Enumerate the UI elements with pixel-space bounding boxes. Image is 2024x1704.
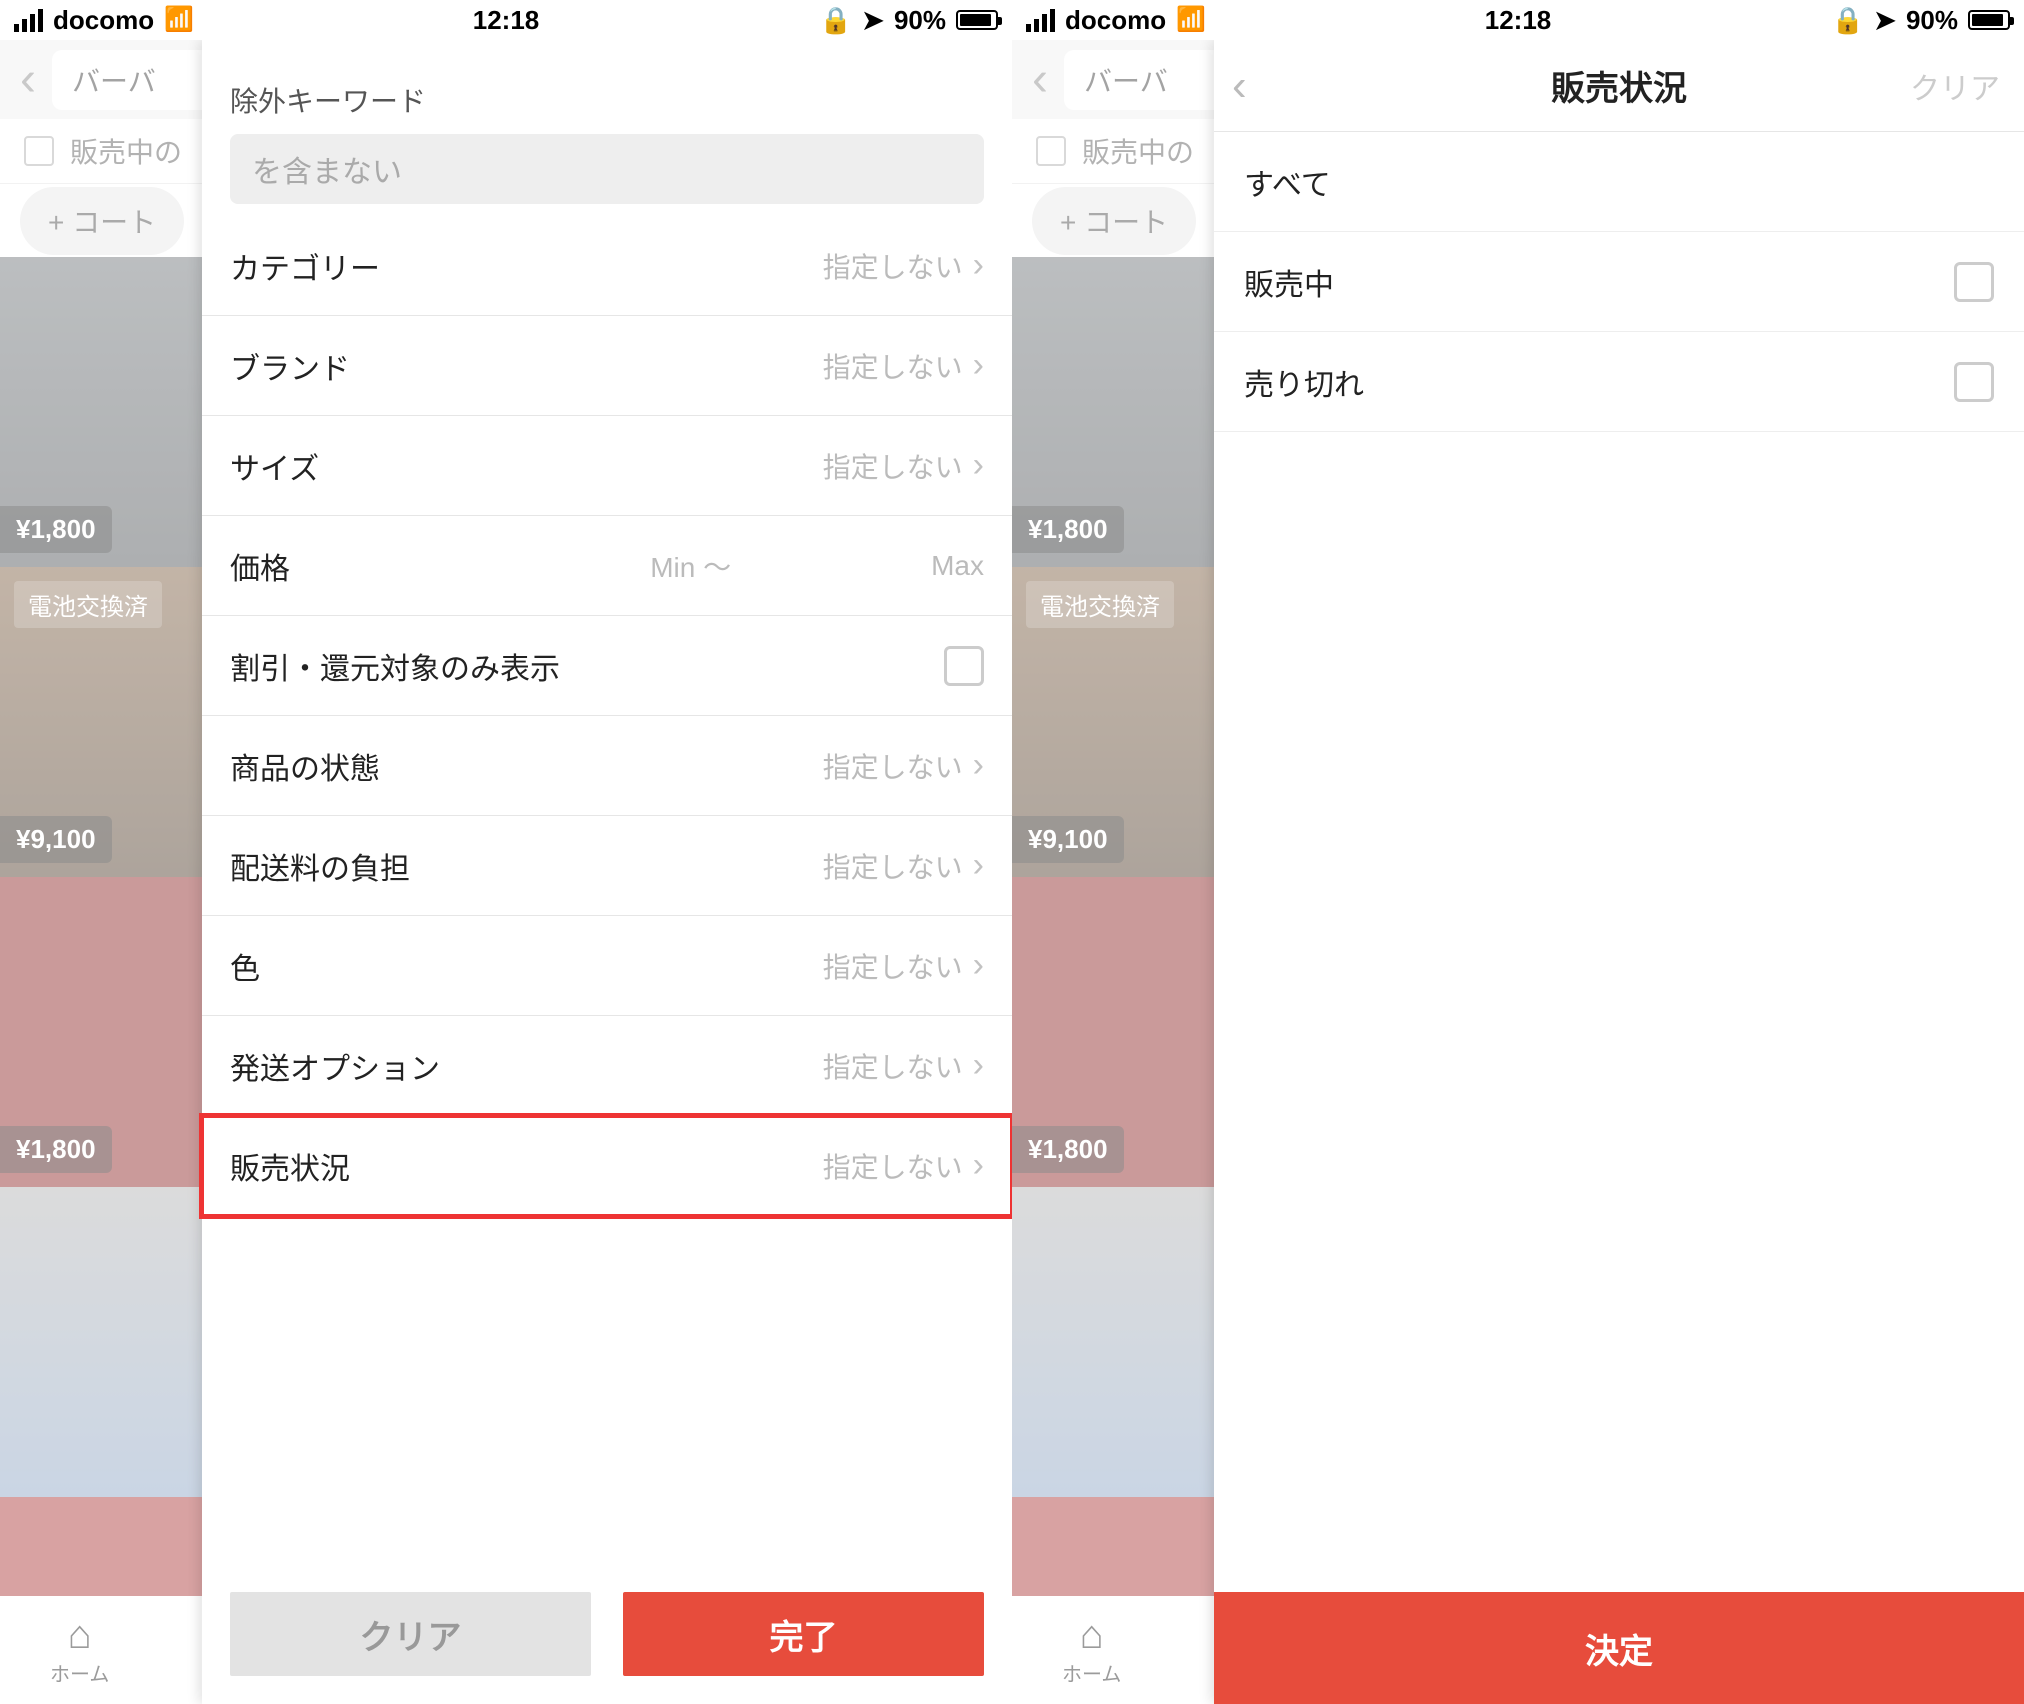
row-status-value: 指定しない	[823, 1146, 963, 1186]
phone-left: docomo 📶 12:18 🔒 ➤ 90% ‹ バーバ 販売中の + コート …	[0, 0, 1012, 1704]
status-right: 🔒 ➤ 90%	[820, 5, 998, 36]
status-bar: docomo 📶 12:18 🔒 ➤ 90%	[1012, 0, 2024, 40]
row-status-label: 販売状況	[230, 1144, 350, 1188]
row-category-label: カテゴリー	[230, 244, 380, 288]
option-on-sale[interactable]: 販売中	[1214, 232, 2024, 332]
status-left: docomo 📶	[1026, 5, 1206, 36]
clear-button[interactable]: クリア	[230, 1592, 591, 1676]
row-shipping-value: 指定しない	[823, 846, 963, 886]
chevron-right-icon: ›	[973, 946, 984, 985]
checkbox-icon[interactable]	[944, 646, 984, 686]
done-button[interactable]: 完了	[623, 1592, 984, 1676]
lock-icon: 🔒	[820, 5, 852, 36]
row-brand[interactable]: ブランド 指定しない ›	[202, 316, 1012, 416]
status-right: 🔒 ➤ 90%	[1832, 5, 2010, 36]
exclude-section: 除外キーワード を含まない	[202, 40, 1012, 216]
status-option-list: すべて 販売中 売り切れ	[1214, 132, 2024, 1592]
checkbox-icon[interactable]	[1954, 262, 1994, 302]
row-shipopt-label: 発送オプション	[230, 1044, 440, 1088]
row-condition-label: 商品の状態	[230, 744, 380, 788]
row-color[interactable]: 色 指定しない ›	[202, 916, 1012, 1016]
row-brand-label: ブランド	[230, 344, 350, 388]
row-price[interactable]: 価格 Min 〜 Max	[202, 516, 1012, 616]
chevron-right-icon: ›	[973, 1046, 984, 1085]
carrier-label: docomo	[1065, 5, 1166, 36]
row-shipping[interactable]: 配送料の負担 指定しない ›	[202, 816, 1012, 916]
status-bar: docomo 📶 12:18 🔒 ➤ 90%	[0, 0, 1012, 40]
row-category[interactable]: カテゴリー 指定しない ›	[202, 216, 1012, 316]
submit-button[interactable]: 決定	[1214, 1592, 2024, 1704]
option-all-label: すべて	[1244, 160, 1331, 204]
row-shipopt[interactable]: 発送オプション 指定しない ›	[202, 1016, 1012, 1116]
chevron-right-icon: ›	[973, 1146, 984, 1185]
checkbox-icon[interactable]	[1954, 362, 1994, 402]
row-size-value: 指定しない	[823, 446, 963, 486]
status-left: docomo 📶	[14, 5, 194, 36]
row-sale-status[interactable]: 販売状況 指定しない ›	[202, 1116, 1012, 1216]
row-category-value: 指定しない	[823, 246, 963, 286]
row-condition[interactable]: 商品の状態 指定しない ›	[202, 716, 1012, 816]
row-brand-value: 指定しない	[823, 346, 963, 386]
row-size[interactable]: サイズ 指定しない ›	[202, 416, 1012, 516]
filter-list: カテゴリー 指定しない › ブランド 指定しない › サイズ 指定しない › 価格 M…	[202, 216, 1012, 1564]
carrier-label: docomo	[53, 5, 154, 36]
exclude-input[interactable]: を含まない	[230, 134, 984, 204]
clear-button[interactable]: クリア	[1910, 64, 2000, 108]
wifi-icon: 📶	[164, 8, 194, 32]
row-price-label: 価格	[230, 544, 290, 588]
location-icon: ➤	[1874, 5, 1896, 36]
panel-header: ‹ 販売状況 クリア	[1214, 40, 2024, 132]
back-icon[interactable]: ‹	[1232, 61, 1247, 111]
signal-icon	[1026, 9, 1055, 32]
location-icon: ➤	[862, 5, 884, 36]
filter-footer: クリア 完了	[202, 1564, 1012, 1704]
option-sold-out[interactable]: 売り切れ	[1214, 332, 2024, 432]
option-on-sale-label: 販売中	[1244, 260, 1334, 304]
panel-title: 販売状況	[1551, 61, 1687, 110]
row-color-value: 指定しない	[823, 946, 963, 986]
chevron-right-icon: ›	[973, 446, 984, 485]
exclude-label: 除外キーワード	[230, 80, 984, 120]
price-max[interactable]: Max	[931, 550, 984, 582]
lock-icon: 🔒	[1832, 5, 1864, 36]
option-sold-out-label: 売り切れ	[1244, 360, 1364, 404]
row-discount[interactable]: 割引・還元対象のみ表示	[202, 616, 1012, 716]
option-all[interactable]: すべて	[1214, 132, 2024, 232]
sale-status-panel: ‹ 販売状況 クリア すべて 販売中 売り切れ 決定	[1214, 40, 2024, 1704]
chevron-right-icon: ›	[973, 746, 984, 785]
row-shipping-label: 配送料の負担	[230, 844, 410, 888]
signal-icon	[14, 9, 43, 32]
row-size-label: サイズ	[230, 444, 319, 488]
chevron-right-icon: ›	[973, 246, 984, 285]
row-discount-label: 割引・還元対象のみ表示	[230, 644, 560, 688]
wifi-icon: 📶	[1176, 8, 1206, 32]
chevron-right-icon: ›	[973, 846, 984, 885]
battery-label: 90%	[1906, 5, 1958, 36]
filter-panel: 除外キーワード を含まない カテゴリー 指定しない › ブランド 指定しない › サ…	[202, 40, 1012, 1704]
chevron-right-icon: ›	[973, 346, 984, 385]
row-color-label: 色	[230, 944, 260, 988]
row-condition-value: 指定しない	[823, 746, 963, 786]
price-min[interactable]: Min 〜	[650, 546, 731, 586]
battery-icon	[1968, 10, 2010, 30]
battery-icon	[956, 10, 998, 30]
exclude-placeholder: を含まない	[252, 147, 402, 191]
row-shipopt-value: 指定しない	[823, 1046, 963, 1086]
phone-right: docomo 📶 12:18 🔒 ➤ 90% ‹ バーバ 販売中の + コート …	[1012, 0, 2024, 1704]
battery-label: 90%	[894, 5, 946, 36]
